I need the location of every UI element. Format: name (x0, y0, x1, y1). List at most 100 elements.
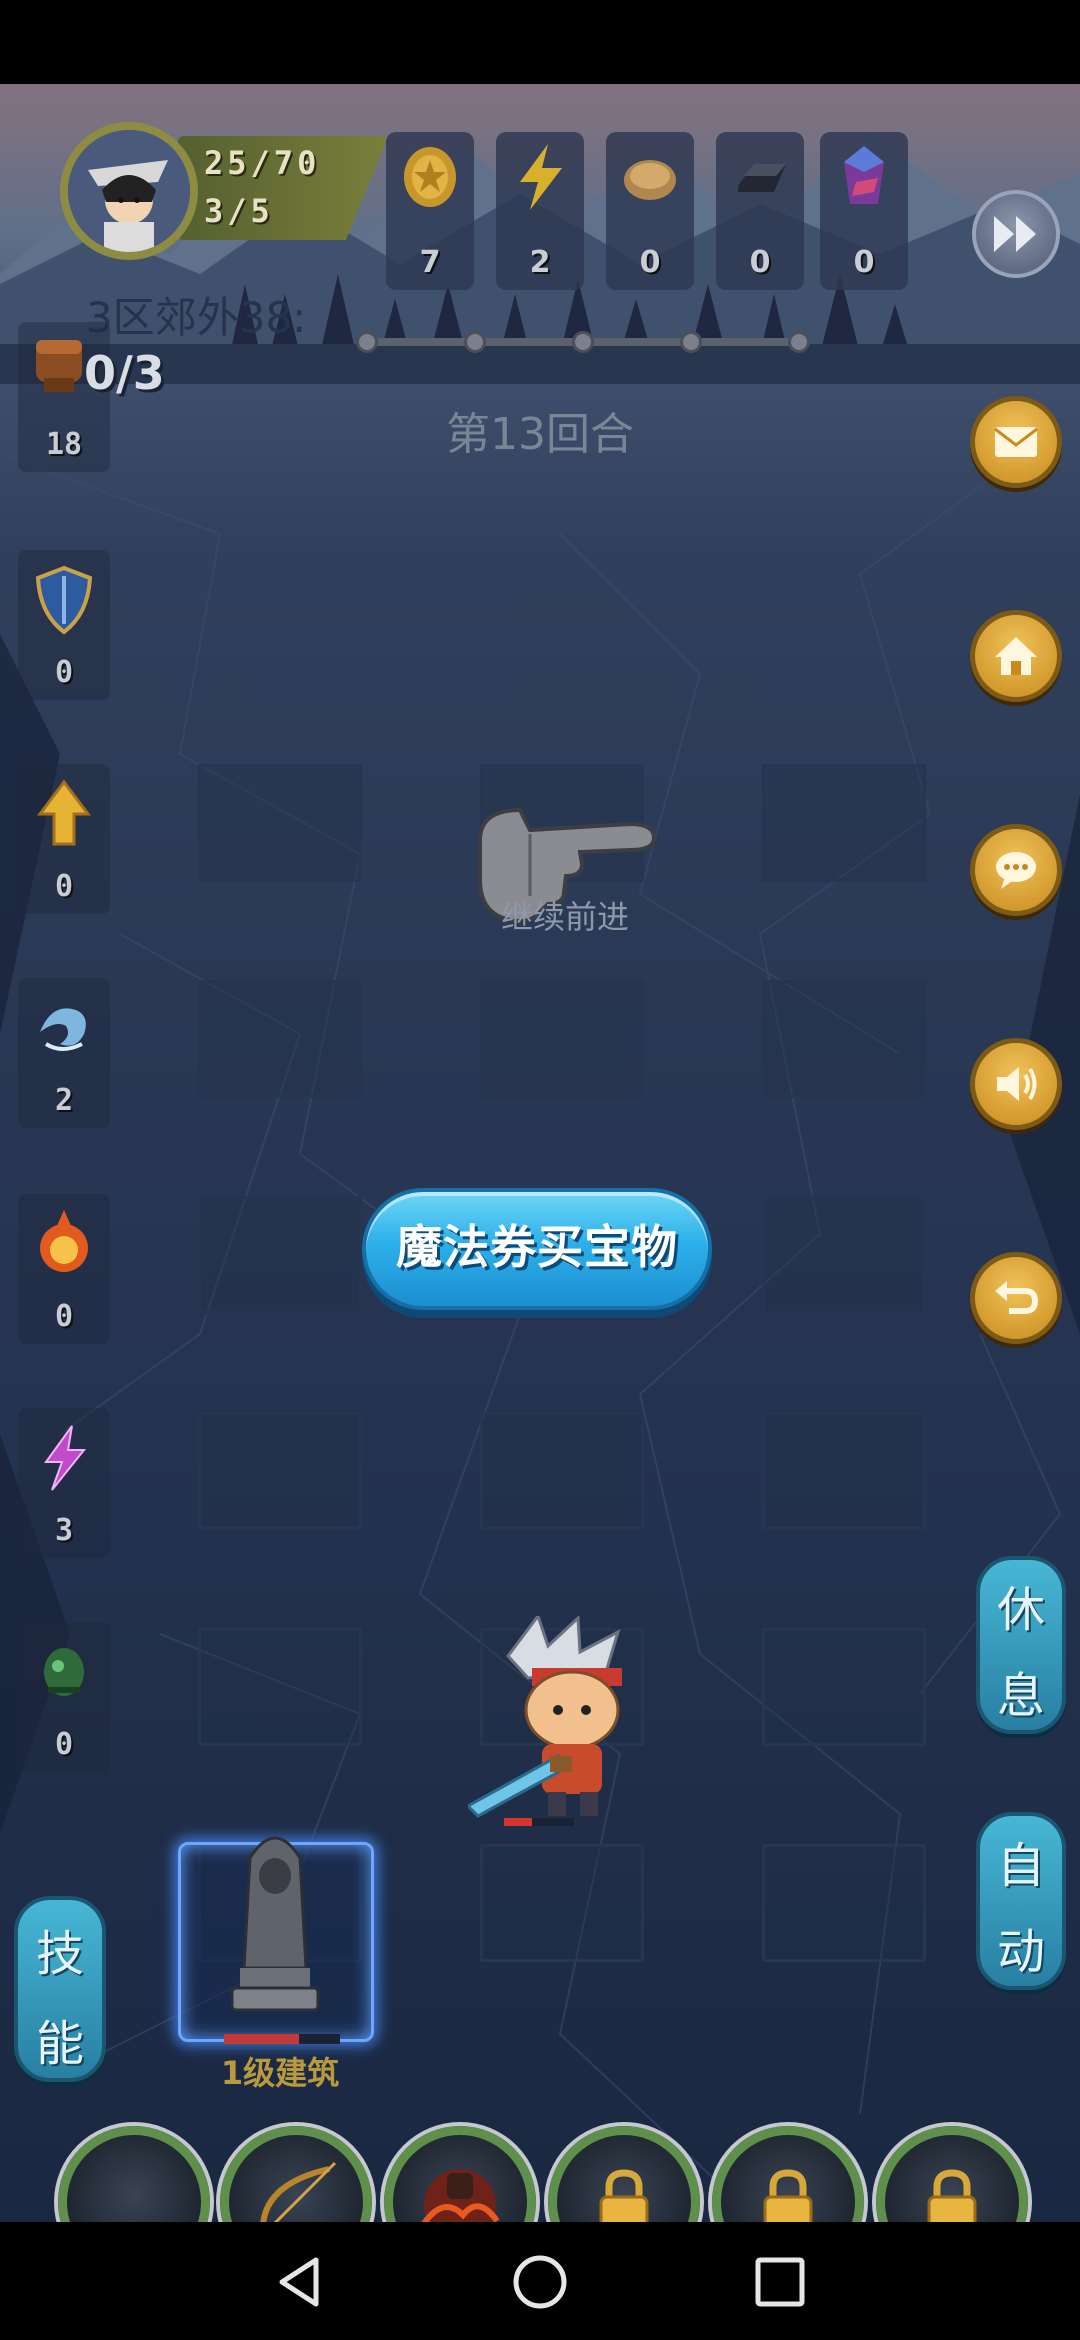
board-cell[interactable] (198, 980, 362, 1098)
resource-gold-value: 7 (419, 245, 441, 280)
board-cell[interactable] (762, 1412, 926, 1530)
skill-button[interactable]: 技 能 (14, 1896, 106, 2082)
lock-icon (599, 2169, 649, 2222)
shield-icon (35, 565, 93, 635)
side-item-fist-value: 18 (45, 427, 83, 462)
undo-button[interactable] (970, 1252, 1062, 1344)
skill-button-char-1: 技 (35, 1926, 84, 1982)
stage-value: 3/5 (204, 192, 274, 230)
kill-counter: 0/3 (84, 346, 165, 400)
side-item-fire-value: 0 (54, 1299, 74, 1334)
fast-forward-button[interactable] (972, 190, 1060, 278)
level-name: 3区郊外38: (86, 293, 307, 342)
resource-lightning-value: 2 (529, 245, 551, 280)
fast-forward-icon (994, 216, 1036, 252)
lightning-bolt-icon (44, 1425, 87, 1491)
side-item-fire[interactable]: 0 (18, 1194, 110, 1344)
resource-iron[interactable]: 0 (716, 132, 804, 290)
sound-button[interactable] (970, 1038, 1062, 1130)
progress-node (788, 331, 810, 353)
resource-bread-value: 0 (639, 245, 661, 280)
rest-button-char-2: 息 (996, 1668, 1045, 1724)
fist-icon (36, 340, 82, 392)
statue-building-icon (230, 1836, 320, 2012)
board-cell[interactable] (762, 764, 926, 882)
side-item-water[interactable]: 2 (18, 978, 110, 1128)
speaker-icon (997, 1067, 1037, 1101)
side-item-poison[interactable]: 0 (18, 1622, 110, 1772)
fire-icon (40, 1210, 88, 1272)
side-item-shield-value: 0 (54, 655, 74, 690)
envelope-icon (994, 427, 1038, 457)
side-item-water-value: 2 (54, 1083, 74, 1118)
status-bar (0, 0, 1080, 84)
lock-icon (763, 2169, 813, 2222)
side-item-shield[interactable]: 0 (18, 550, 110, 700)
side-item-boost[interactable]: 0 (18, 764, 110, 914)
side-item-boost-value: 0 (54, 869, 74, 904)
player-portrait-icon (68, 130, 190, 252)
hero-hp-fill (504, 1818, 532, 1826)
auto-button-char-1: 自 (996, 1838, 1045, 1894)
bread-icon (624, 160, 676, 200)
board-cell[interactable] (762, 980, 926, 1098)
continue-hint: 继续前进 (500, 898, 629, 936)
chat-bubble-icon (996, 852, 1036, 889)
progress-node (356, 331, 378, 353)
side-item-lightning-value: 3 (54, 1513, 74, 1548)
resource-bread[interactable]: 0 (606, 132, 694, 290)
building-hp-fill (224, 2034, 300, 2044)
auto-button[interactable]: 自 动 (976, 1812, 1066, 1990)
resource-gold[interactable]: 7 (386, 132, 474, 290)
undo-arrow-icon (995, 1281, 1039, 1314)
arrow-up-icon (37, 779, 91, 846)
home-icon (995, 637, 1037, 675)
chat-button[interactable] (970, 824, 1062, 916)
home-button[interactable] (970, 610, 1062, 702)
side-item-lightning[interactable]: 3 (18, 1408, 110, 1558)
iron-ingot-icon (738, 164, 786, 192)
player-avatar[interactable] (60, 122, 198, 260)
recents-icon[interactable] (750, 2252, 810, 2312)
resource-crystal-value: 0 (853, 245, 875, 280)
home-nav-icon[interactable] (510, 2252, 570, 2312)
rest-button[interactable]: 休 息 (976, 1556, 1066, 1734)
board-cell[interactable] (762, 1628, 926, 1746)
bow-icon (260, 2161, 337, 2222)
board-cell[interactable] (762, 1196, 926, 1314)
board-cell[interactable] (480, 980, 644, 1098)
water-icon (40, 1008, 86, 1051)
back-icon[interactable] (270, 2252, 330, 2312)
board-cell[interactable] (198, 764, 362, 882)
progress-node (572, 331, 594, 353)
lock-icon (927, 2169, 977, 2222)
buy-treasure-label: 魔法券买宝物 (396, 1220, 678, 1274)
side-item-poison-value: 0 (54, 1727, 74, 1762)
board-cell[interactable] (198, 1196, 362, 1314)
board-cell[interactable] (198, 1628, 362, 1746)
building-hp-bar (224, 2034, 340, 2044)
gold-coin-icon (404, 147, 456, 207)
poison-icon (44, 1648, 84, 1696)
hero-hp-bar (504, 1818, 574, 1826)
rest-button-char-1: 休 (996, 1582, 1045, 1638)
resource-lightning[interactable]: 2 (496, 132, 584, 290)
lightning-icon (520, 144, 562, 210)
mail-button[interactable] (970, 396, 1062, 488)
crystal-icon (844, 146, 884, 204)
buy-treasure-button[interactable]: 魔法券买宝物 (362, 1188, 712, 1310)
board-cell[interactable] (198, 1412, 362, 1530)
resource-iron-value: 0 (749, 245, 771, 280)
game-screen[interactable]: 25/70 3/5 7 2 0 0 0 3区郊外38: 第13回合 18 0/3… (0, 84, 1080, 2222)
skill-button-char-2: 能 (35, 2016, 84, 2072)
board-cell[interactable] (480, 1412, 644, 1530)
round-counter: 第13回合 (446, 409, 634, 460)
auto-button-char-2: 动 (996, 1924, 1045, 1980)
board-cell[interactable] (762, 1844, 926, 1962)
hero-character[interactable] (468, 1616, 668, 1826)
progress-node (464, 331, 486, 353)
resource-crystal[interactable]: 0 (820, 132, 908, 290)
board-cell[interactable] (480, 1844, 644, 1962)
fire-attack-icon (421, 2169, 500, 2222)
exp-value: 25/70 (204, 144, 321, 182)
